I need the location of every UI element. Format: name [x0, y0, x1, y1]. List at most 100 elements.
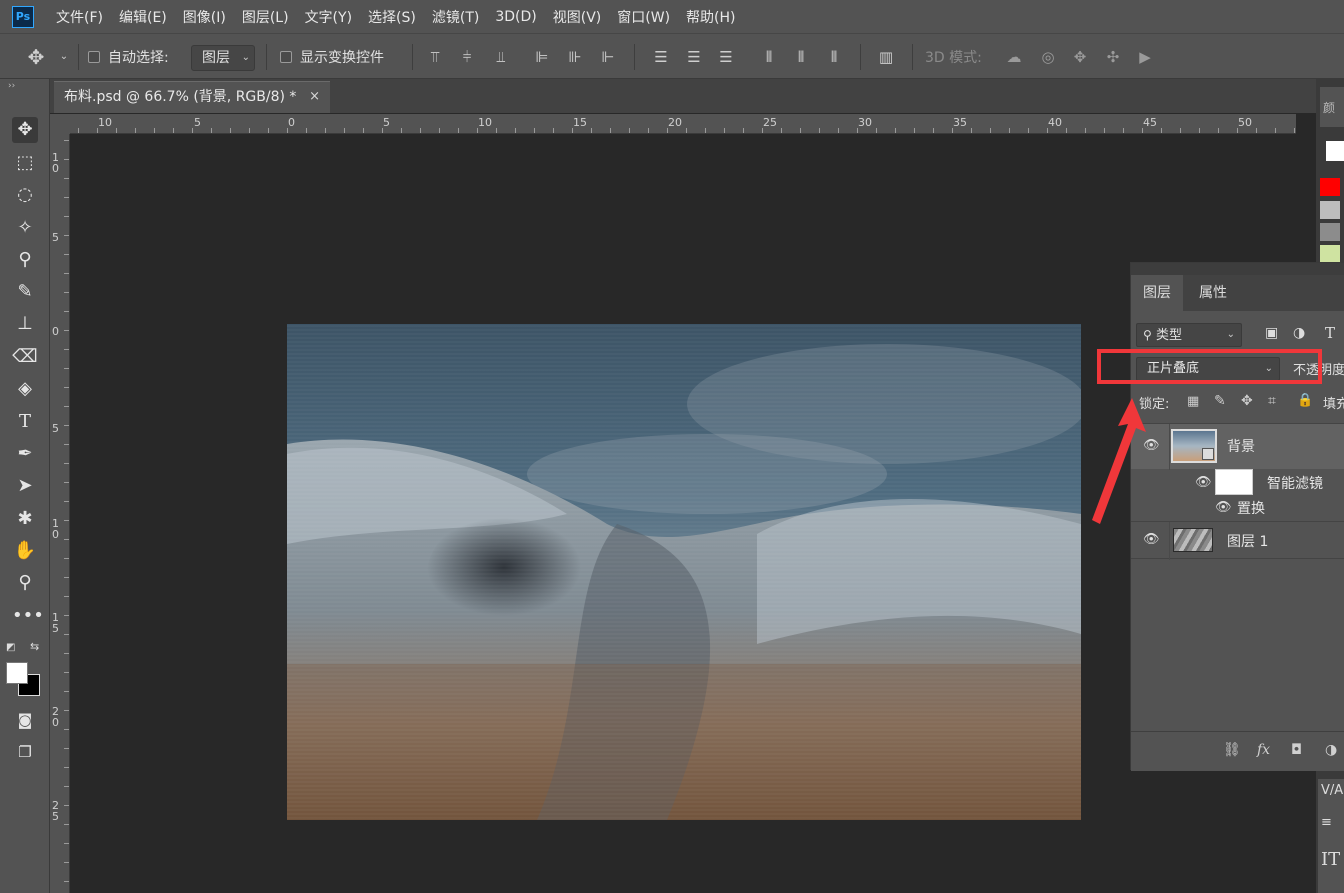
magic-wand-tool-icon[interactable]: ✧ — [12, 215, 38, 241]
ruler-label: 5 — [383, 116, 390, 129]
visibility-eye-icon[interactable]: 👁 — [1143, 532, 1160, 547]
tab-layers[interactable]: 图层 — [1131, 275, 1183, 311]
visibility-eye-icon[interactable]: 👁 — [1215, 500, 1232, 515]
stamp-tool-icon[interactable]: ⊥ — [12, 311, 38, 337]
paragraph-panel-icon[interactable]: ≡ — [1321, 815, 1332, 830]
layer-row-displace-filter[interactable]: 👁 置换 — [1131, 495, 1344, 521]
menu-filter[interactable]: 滤镜(T) — [432, 7, 479, 27]
menu-type[interactable]: 文字(Y) — [305, 7, 352, 27]
distribute-hcenter-icon[interactable]: ⦀ — [791, 47, 811, 67]
align-left-icon[interactable]: ⊫ — [532, 47, 552, 67]
swatch-dark-gray[interactable] — [1320, 223, 1340, 241]
foreground-color-swatch[interactable] — [6, 662, 28, 684]
distribute-bottom-icon[interactable]: ☰ — [716, 47, 736, 67]
lasso-tool-icon[interactable]: ◌ — [12, 182, 38, 208]
3d-slide-icon[interactable]: ✣ — [1103, 47, 1123, 67]
chevron-down-icon[interactable]: ⌄ — [54, 47, 74, 67]
ruler-label: 2 0 — [52, 705, 59, 729]
fx-icon[interactable]: fx — [1257, 742, 1270, 758]
lock-artboard-icon[interactable]: ⌗ — [1268, 393, 1276, 409]
distribute-left-icon[interactable]: ⦀ — [759, 47, 779, 67]
color-panel-tab-icon[interactable]: 颜 — [1320, 87, 1344, 127]
align-top-icon[interactable]: ⫪ — [425, 47, 445, 67]
3d-orbit-icon[interactable]: ☁ — [1004, 47, 1024, 67]
distribute-vcenter-icon[interactable]: ☰ — [684, 47, 704, 67]
vertical-ruler[interactable]: 1 0 5 0 5 1 0 1 5 2 0 2 5 — [50, 134, 70, 893]
menu-image[interactable]: 图像(I) — [183, 7, 226, 27]
horizontal-ruler[interactable]: 10 5 0 5 10 15 20 25 30 35 40 45 50 — [70, 114, 1296, 134]
document-canvas-image[interactable] — [287, 324, 1081, 820]
search-icon: ⚲ — [1143, 328, 1152, 342]
type-tool-icon[interactable]: T — [12, 409, 38, 435]
lock-paint-icon[interactable]: ✎ — [1214, 393, 1226, 409]
show-transform-checkbox[interactable] — [280, 51, 292, 63]
panel-collapse-icon[interactable]: ›› — [8, 81, 15, 91]
layer-filter-value: 类型 — [1155, 328, 1182, 343]
default-colors-icon[interactable]: ◩ — [6, 642, 15, 653]
screen-mode-icon[interactable]: ❐ — [12, 739, 38, 765]
menu-window[interactable]: 窗口(W) — [617, 7, 670, 27]
eraser-tool-icon[interactable]: ⌫ — [12, 344, 38, 370]
swatch-red[interactable] — [1320, 178, 1340, 196]
align-bottom-icon[interactable]: ⫫ — [491, 47, 511, 67]
filter-pixel-icon[interactable]: ▣ — [1265, 325, 1278, 341]
character-panel-icon[interactable]: V/A — [1321, 783, 1343, 798]
auto-align-icon[interactable]: ▥ — [876, 47, 896, 67]
marquee-tool-icon[interactable]: ⬚ — [12, 150, 38, 176]
menu-help[interactable]: 帮助(H) — [686, 7, 735, 27]
add-mask-icon[interactable]: ◘ — [1291, 742, 1302, 758]
menu-3d[interactable]: 3D(D) — [495, 9, 536, 25]
text-panel-icon[interactable]: IT — [1321, 849, 1340, 870]
adjustment-layer-icon[interactable]: ◑ — [1325, 742, 1337, 758]
3d-roll-icon[interactable]: ◎ — [1038, 47, 1058, 67]
align-vertical-center-icon[interactable]: ⫩ — [457, 47, 477, 67]
move-tool-icon[interactable]: ✥ — [12, 117, 38, 143]
layer-filter-dropdown[interactable]: ⚲ 类型 ⌄ — [1136, 323, 1242, 347]
swatch-green[interactable] — [1320, 245, 1340, 263]
menu-layer[interactable]: 图层(L) — [242, 7, 289, 27]
path-selection-tool-icon[interactable]: ➤ — [12, 473, 38, 499]
auto-select-target-dropdown[interactable]: 图层 ⌄ — [191, 45, 255, 71]
align-horizontal-center-icon[interactable]: ⊪ — [565, 47, 585, 67]
visibility-eye-icon[interactable]: 👁 — [1195, 475, 1212, 490]
menu-view[interactable]: 视图(V) — [553, 7, 602, 27]
filter-mask-thumbnail[interactable] — [1215, 469, 1253, 495]
swap-colors-icon[interactable]: ⇆ — [30, 640, 39, 653]
layer-row-layer1[interactable]: 👁 图层 1 — [1131, 521, 1344, 560]
tab-properties[interactable]: 属性 — [1187, 275, 1239, 311]
pen-tool-icon[interactable]: ✒ — [12, 441, 38, 467]
move-tool-preset-icon[interactable]: ✥ — [26, 47, 46, 67]
brush-tool-icon[interactable]: ✎ — [12, 279, 38, 305]
link-layers-icon[interactable]: ⛓ — [1223, 742, 1241, 758]
3d-pan-icon[interactable]: ✥ — [1070, 47, 1090, 67]
panel-foreground-swatch[interactable] — [1326, 141, 1344, 161]
ruler-origin[interactable] — [50, 114, 70, 134]
auto-select-label: 自动选择: — [108, 50, 169, 66]
quick-mask-icon[interactable]: ◙ — [12, 707, 38, 733]
3d-scale-icon[interactable]: ▶ — [1135, 47, 1155, 67]
lock-all-icon[interactable]: 🔒 — [1297, 393, 1313, 408]
hand-tool-icon[interactable]: ✋ — [12, 538, 38, 564]
zoom-tool-icon[interactable]: ⚲ — [12, 570, 38, 596]
lock-transparent-icon[interactable]: ▦ — [1187, 394, 1199, 409]
paint-bucket-tool-icon[interactable]: ◈ — [12, 376, 38, 402]
swatch-light-gray[interactable] — [1320, 201, 1340, 219]
menu-edit[interactable]: 编辑(E) — [119, 7, 167, 27]
menu-select[interactable]: 选择(S) — [368, 7, 416, 27]
distribute-right-icon[interactable]: ⦀ — [824, 47, 844, 67]
panel-title-bar[interactable] — [1131, 263, 1344, 275]
more-tools-icon[interactable]: ••• — [12, 603, 44, 629]
ruler-label: 15 — [573, 116, 587, 129]
align-right-icon[interactable]: ⊩ — [598, 47, 618, 67]
document-tab[interactable]: 布料.psd @ 66.7% (背景, RGB/8) * × — [54, 81, 330, 113]
close-icon[interactable]: × — [309, 82, 320, 112]
custom-shape-tool-icon[interactable]: ✱ — [12, 506, 38, 532]
filter-type-icon[interactable]: T — [1325, 324, 1335, 342]
menu-file[interactable]: 文件(F) — [56, 7, 103, 27]
distribute-top-icon[interactable]: ☰ — [651, 47, 671, 67]
auto-select-checkbox[interactable] — [88, 51, 100, 63]
eyedropper-tool-icon[interactable]: ⚲ — [12, 247, 38, 273]
filter-adjustment-icon[interactable]: ◑ — [1293, 325, 1305, 341]
lock-position-icon[interactable]: ✥ — [1241, 393, 1253, 409]
layer-row-background[interactable]: 👁 背景 — [1131, 423, 1344, 470]
